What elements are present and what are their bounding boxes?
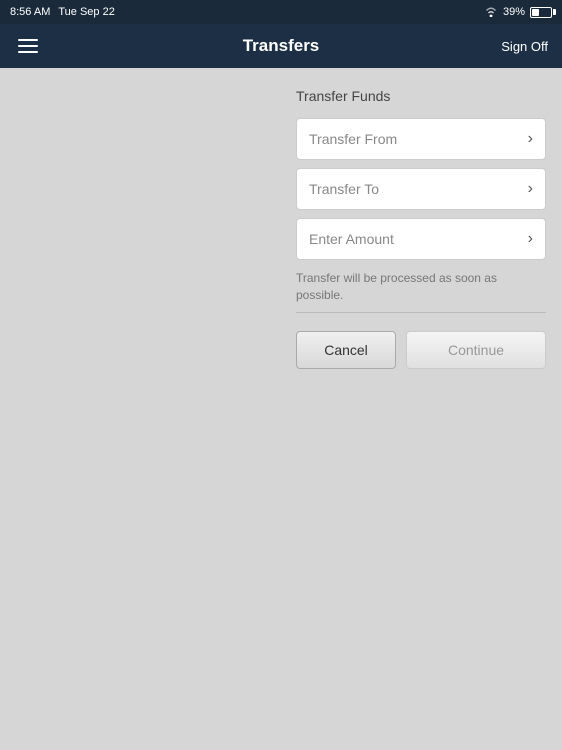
status-bar-left: 8:56 AM Tue Sep 22 — [10, 6, 115, 18]
sign-off-button[interactable]: Sign Off — [501, 39, 548, 54]
divider — [296, 312, 546, 313]
nav-bar: Transfers Sign Off — [0, 24, 562, 68]
battery-level: 39% — [503, 6, 525, 18]
transfer-from-row[interactable]: Transfer From › — [296, 118, 546, 160]
status-time: 8:56 AM — [10, 6, 50, 18]
page-title: Transfers — [243, 36, 320, 56]
continue-button[interactable]: Continue — [406, 331, 546, 369]
enter-amount-row[interactable]: Enter Amount › — [296, 218, 546, 260]
status-bar: 8:56 AM Tue Sep 22 39% — [0, 0, 562, 24]
transfer-to-row[interactable]: Transfer To › — [296, 168, 546, 210]
menu-line-2 — [18, 45, 38, 47]
menu-line-3 — [18, 51, 38, 53]
menu-line-1 — [18, 39, 38, 41]
transfer-to-label: Transfer To — [309, 181, 379, 197]
sidebar — [0, 68, 280, 750]
enter-amount-chevron-icon: › — [528, 230, 533, 248]
menu-button[interactable] — [14, 35, 42, 57]
battery-icon — [530, 7, 552, 18]
main-content: Transfer Funds Transfer From › Transfer … — [0, 68, 562, 750]
info-text: Transfer will be processed as soon as po… — [296, 270, 546, 304]
transfer-to-chevron-icon: › — [528, 180, 533, 198]
status-date: Tue Sep 22 — [58, 6, 114, 18]
buttons-row: Cancel Continue — [296, 331, 546, 369]
wifi-icon — [484, 7, 498, 17]
transfer-from-label: Transfer From — [309, 131, 397, 147]
right-panel: Transfer Funds Transfer From › Transfer … — [280, 68, 562, 750]
cancel-button[interactable]: Cancel — [296, 331, 396, 369]
enter-amount-label: Enter Amount — [309, 231, 394, 247]
transfer-from-chevron-icon: › — [528, 130, 533, 148]
status-bar-right: 39% — [484, 6, 552, 18]
section-title: Transfer Funds — [296, 88, 546, 104]
